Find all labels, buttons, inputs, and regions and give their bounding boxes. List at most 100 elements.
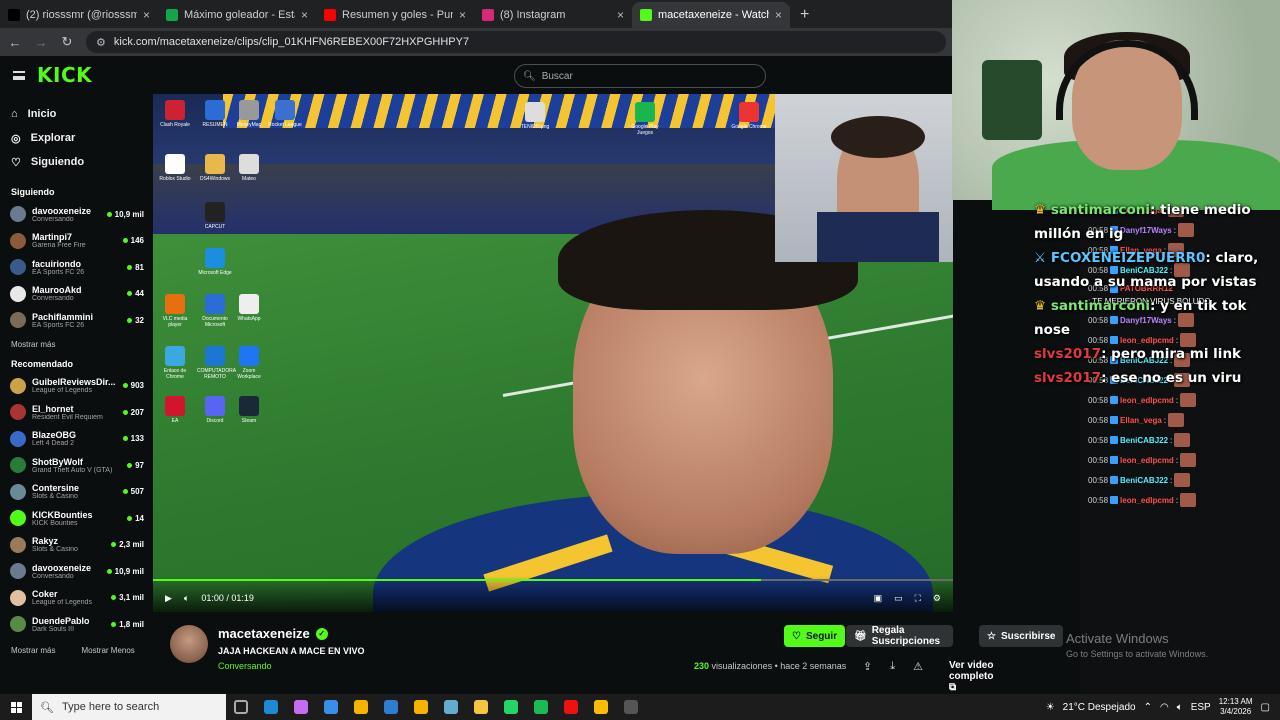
play-icon[interactable]: ▶ xyxy=(165,593,172,604)
browser-tab[interactable]: macetaxeneize - Watch clips on × xyxy=(632,2,790,28)
pip-icon[interactable]: ▣ xyxy=(874,593,883,604)
channel-item[interactable]: davooxeneize Conversando 10,9 mil xyxy=(0,558,152,585)
forward-icon[interactable]: → xyxy=(34,35,48,50)
desktop-icon[interactable]: Steam xyxy=(231,396,267,424)
channel-item[interactable]: Coker League of Legends 3,1 mil xyxy=(0,585,152,612)
task-view-icon[interactable] xyxy=(234,700,248,714)
gift-subs-button[interactable]: 🎁︎ Regala Suscripciones xyxy=(846,625,953,647)
language-indicator[interactable]: ESP xyxy=(1191,702,1211,713)
site-info-icon[interactable]: ⚙ xyxy=(96,36,106,49)
url-field[interactable]: ⚙ kick.com/macetaxeneize/clips/clip_01KH… xyxy=(86,31,946,53)
desktop-icon[interactable]: Clash Royale xyxy=(157,100,193,128)
clock[interactable]: 12:13 AM 3/4/2026 xyxy=(1219,697,1253,717)
full-video-link[interactable]: Ver video completo ⧉ xyxy=(949,660,993,693)
copilot-icon[interactable] xyxy=(294,700,308,714)
whatsapp-icon[interactable] xyxy=(504,700,518,714)
chat-username[interactable]: BeniCABJ22 xyxy=(1120,435,1168,446)
weather-icon[interactable]: ☀ xyxy=(1046,702,1055,713)
channel-item[interactable]: KICKBounties KICK Bounties 14 xyxy=(0,505,152,532)
store-icon[interactable] xyxy=(354,700,368,714)
tab-close-icon[interactable]: × xyxy=(775,8,782,22)
desktop-icon[interactable]: Rocket League xyxy=(267,100,303,128)
browser-tab[interactable]: (8) Instagram × xyxy=(474,2,632,28)
notifications-icon[interactable]: ▢ xyxy=(1261,702,1270,713)
reload-icon[interactable]: ↻ xyxy=(60,34,74,50)
tab-close-icon[interactable]: × xyxy=(301,8,308,22)
channel-item[interactable]: BlazeOBG Left 4 Dead 2 133 xyxy=(0,426,152,453)
desktop-icon[interactable]: EA xyxy=(157,396,193,424)
obs-icon[interactable] xyxy=(624,700,638,714)
share-icon[interactable]: ⇪ xyxy=(863,660,872,673)
desktop-icon[interactable]: COMPUTADORA REMOTO xyxy=(197,346,236,380)
chat-username[interactable]: leon_edlpcmd xyxy=(1120,495,1174,506)
streamer-name[interactable]: macetaxeneize xyxy=(218,626,310,641)
chrome-canary-icon[interactable] xyxy=(414,700,428,714)
channel-item[interactable]: DuendePablo Dark Souls III 1,8 mil xyxy=(0,611,152,638)
desktop-icon[interactable]: RESUMEN xyxy=(197,100,233,128)
footer-show-less-link[interactable]: Mostrar Menos xyxy=(81,646,134,655)
edge-icon[interactable] xyxy=(264,700,278,714)
stream-category[interactable]: Conversando xyxy=(218,661,272,671)
desktop-icon[interactable]: Zoom Workplace xyxy=(231,346,267,380)
volume-icon[interactable]: 🔈︎ xyxy=(184,593,189,604)
desktop-icon[interactable]: WhatsApp xyxy=(231,294,267,322)
show-more-link[interactable]: Mostrar más xyxy=(11,340,152,349)
browser-tab[interactable]: (2) riosssmr (@riosssmr) / X × xyxy=(0,2,158,28)
video-progress-bar[interactable] xyxy=(153,579,953,581)
new-tab-icon[interactable]: + xyxy=(790,2,819,28)
fullscreen-icon[interactable]: ⛶ xyxy=(915,593,921,604)
channel-item[interactable]: Pachiflammini EA Sports FC 26 32 xyxy=(0,307,152,334)
mail-icon[interactable] xyxy=(324,700,338,714)
search-input[interactable]: 🔍︎ Buscar xyxy=(514,64,766,88)
back-icon[interactable]: ← xyxy=(8,35,22,50)
tab-close-icon[interactable]: × xyxy=(617,8,624,22)
video-player[interactable]: Clash Royale RESUMEN MoneyMap Rocket League… xyxy=(153,94,953,612)
taskbar-search[interactable]: 🔍︎ Type here to search xyxy=(32,694,226,720)
channel-item[interactable]: Contersine Slots & Casino 507 xyxy=(0,479,152,506)
desktop-icon[interactable]: DS4Windows xyxy=(197,154,233,182)
channel-item[interactable]: facuiriondo EA Sports FC 26 81 xyxy=(0,254,152,281)
menu-icon[interactable] xyxy=(13,71,25,80)
follow-button[interactable]: ♡ Seguir xyxy=(784,625,846,647)
desktop-icon[interactable]: Enlace de Chrome xyxy=(157,346,193,380)
desktop-icon[interactable]: Microsoft Edge xyxy=(197,248,233,276)
vscode-icon[interactable] xyxy=(384,700,398,714)
desktop-icon[interactable]: VLC media player xyxy=(157,294,193,328)
desktop-icon[interactable]: CAPCUT xyxy=(197,202,233,230)
nav-item-inicio[interactable]: ⌂ Inicio xyxy=(11,102,152,126)
channel-item[interactable]: davooxeneize Conversando 10,9 mil xyxy=(0,201,152,228)
wifi-icon[interactable]: ◠ xyxy=(1160,702,1169,713)
opera-icon[interactable] xyxy=(564,700,578,714)
channel-item[interactable]: Rakyz Slots & Casino 2,3 mil xyxy=(0,532,152,559)
desktop-icon[interactable]: MoneyMap xyxy=(231,100,267,128)
tab-close-icon[interactable]: × xyxy=(459,8,466,22)
desktop-icon[interactable]: Mateo xyxy=(231,154,267,182)
streamer-avatar[interactable] xyxy=(170,625,208,663)
nav-item-explorar[interactable]: ◎ Explorar xyxy=(11,126,152,150)
channel-item[interactable]: El_hornet Resident Evil Requiem 207 xyxy=(0,399,152,426)
tab-close-icon[interactable]: × xyxy=(143,8,150,22)
chat-username[interactable]: leon_edlpcmd xyxy=(1120,455,1174,466)
weather-text[interactable]: 21°C Despejado xyxy=(1063,702,1136,713)
chat-username[interactable]: BeniCABJ22 xyxy=(1120,475,1168,486)
start-button[interactable] xyxy=(0,694,32,720)
channel-item[interactable]: ShotByWolf Grand Theft Auto V (GTA) 97 xyxy=(0,452,152,479)
footer-show-more-link[interactable]: Mostrar más xyxy=(11,646,55,655)
nav-item-siguiendo[interactable]: ♡ Siguiendo xyxy=(11,150,152,174)
spotify-icon[interactable] xyxy=(534,700,548,714)
desktop-icon[interactable]: Google Play Juegos xyxy=(627,102,663,136)
desktop-icon[interactable]: Discord xyxy=(197,396,233,424)
channel-item[interactable]: GuibelReviewsDir... League of Legends 903 xyxy=(0,373,152,400)
explorer-icon[interactable] xyxy=(474,700,488,714)
channel-item[interactable]: MaurooAkd Conversando 44 xyxy=(0,281,152,308)
desktop-icon[interactable]: Documento Microsoft xyxy=(197,294,233,328)
tray-arrow-icon[interactable]: ⌃ xyxy=(1144,702,1152,713)
report-icon[interactable]: ⚠ xyxy=(913,660,923,673)
chrome-icon[interactable] xyxy=(594,700,608,714)
settings-icon[interactable]: ⚙ xyxy=(933,593,941,604)
channel-item[interactable]: Martinpi7 Garena Free Fire 146 xyxy=(0,228,152,255)
theater-icon[interactable]: ▭ xyxy=(894,593,903,604)
desktop-icon[interactable]: Google Chrome xyxy=(731,102,767,130)
subscribe-button[interactable]: ☆ Suscribirse xyxy=(979,625,1064,647)
browser-tab[interactable]: Resumen y goles - Pumas vs To × xyxy=(316,2,474,28)
